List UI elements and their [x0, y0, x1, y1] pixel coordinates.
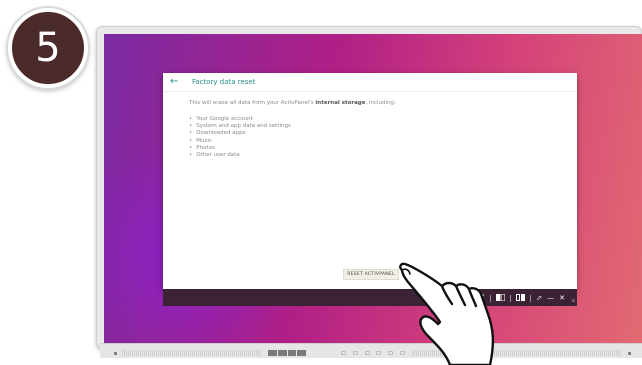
nav-separator: [510, 294, 512, 302]
intro-bold: internal storage: [315, 100, 366, 106]
intro-after: , including:: [365, 100, 396, 106]
touch-key[interactable]: [388, 351, 394, 355]
resize-icon[interactable]: ⇲: [571, 298, 575, 304]
nav-separator: [530, 294, 532, 302]
port: [287, 350, 297, 356]
erase-list: Your Google account System and app data …: [189, 116, 291, 159]
port: [277, 350, 287, 356]
speaker-grille-left: [122, 350, 262, 356]
bezel-indicator: [628, 352, 631, 355]
close-icon[interactable]: ✕: [559, 294, 565, 302]
step-badge: 5: [8, 8, 88, 88]
touch-key[interactable]: [352, 351, 358, 355]
dialog-header: ← Factory data reset: [163, 73, 577, 92]
reset-activpanel-button[interactable]: RESET ACTIVPANEL: [343, 269, 399, 280]
usb-ports: [268, 350, 306, 356]
list-item: Downloaded apps: [189, 130, 291, 137]
list-item: Your Google account: [189, 116, 291, 123]
back-arrow-icon[interactable]: ←: [170, 77, 182, 87]
list-item: System and app data and settings: [189, 123, 291, 130]
touch-key[interactable]: [364, 351, 370, 355]
pointing-hand-icon: [399, 262, 495, 365]
window-navbar: ❮ ⬀ — ✕ ⇲: [163, 289, 577, 306]
bezel-indicator: [114, 352, 117, 355]
list-item: Other user data: [189, 152, 291, 159]
list-item: Music: [189, 138, 291, 145]
split-right-icon[interactable]: [516, 293, 526, 303]
front-touch-keys: [341, 350, 405, 356]
list-item: Photos: [189, 145, 291, 152]
touch-key[interactable]: [341, 351, 346, 355]
port: [268, 350, 277, 356]
factory-reset-dialog: ← Factory data reset This will erase all…: [163, 73, 577, 289]
dialog-title: Factory data reset: [192, 78, 256, 86]
touch-key[interactable]: [376, 351, 382, 355]
intro-text: This will erase all data from your Activ…: [189, 100, 396, 106]
minimize-icon[interactable]: —: [547, 294, 554, 302]
expand-icon[interactable]: ⬀: [536, 294, 542, 302]
intro-before: This will erase all data from your Activ…: [189, 100, 316, 106]
port: [297, 350, 306, 356]
